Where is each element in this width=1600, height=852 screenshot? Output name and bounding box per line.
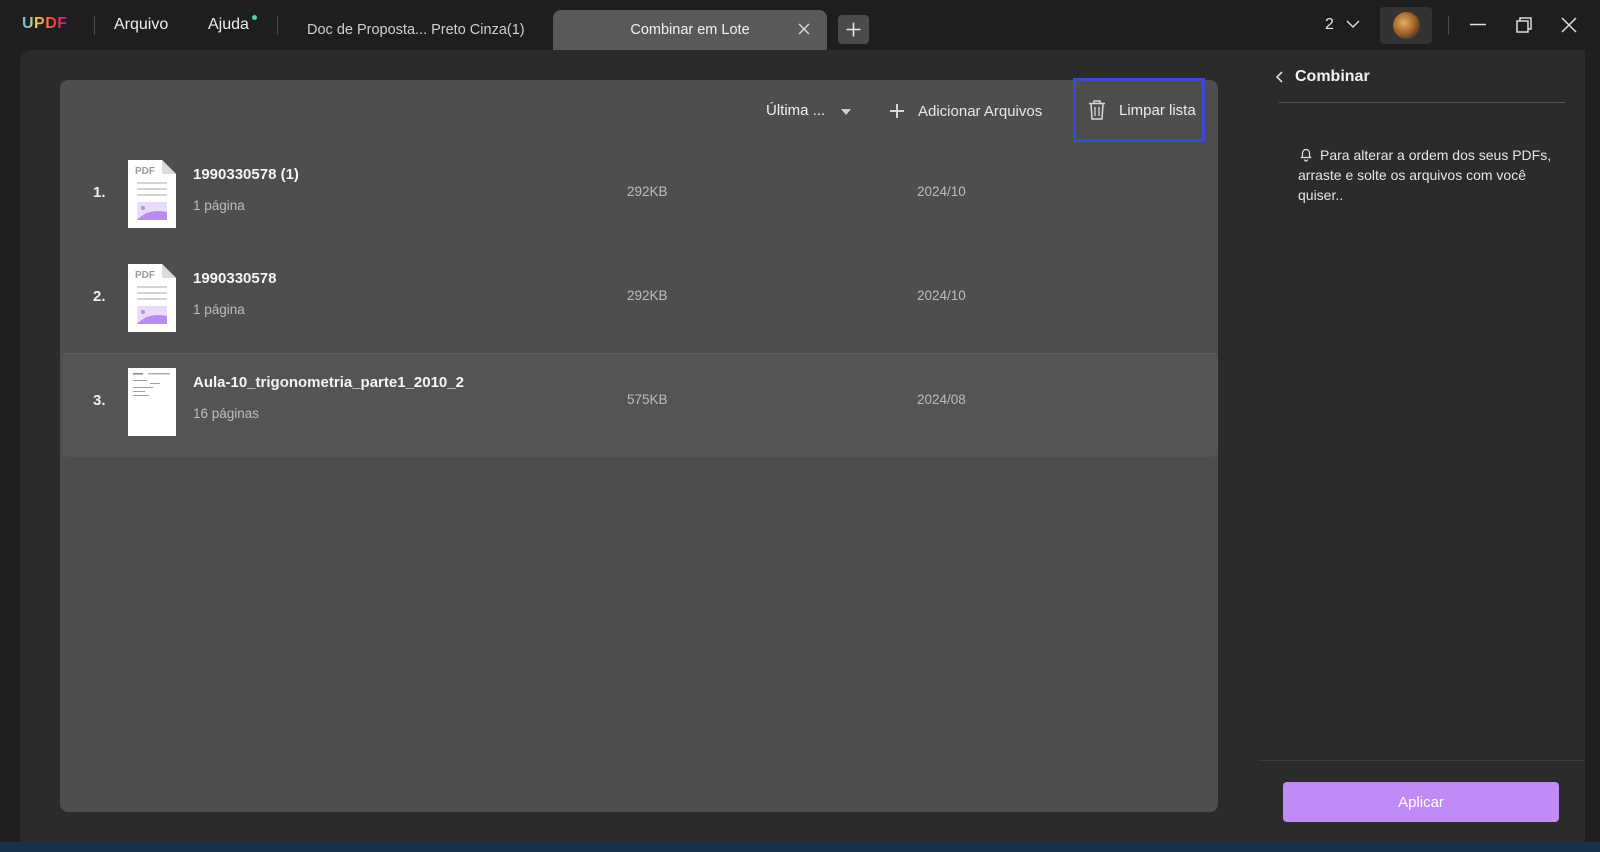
file-row[interactable]: 3. Aula-10_trigonometria_parte1_2010_2 1… bbox=[62, 353, 1218, 457]
window-count: 2 bbox=[1325, 16, 1334, 33]
clear-list-button[interactable]: Limpar lista bbox=[1073, 78, 1205, 142]
pdf-file-icon: PDF bbox=[128, 160, 176, 228]
pdf-thumb-label: PDF bbox=[135, 166, 155, 177]
restore-icon[interactable] bbox=[1514, 15, 1534, 35]
reorder-hint: Para alterar a ordem dos seus PDFs, arra… bbox=[1298, 145, 1563, 205]
clear-list-label: Limpar lista bbox=[1119, 101, 1196, 119]
tab-combine-batch[interactable]: Combinar em Lote bbox=[553, 10, 827, 50]
notification-dot bbox=[252, 15, 257, 20]
sort-label: Última ... bbox=[766, 102, 826, 119]
file-row[interactable]: 1. PDF 1990330578 (1) 1 página 292KB 202… bbox=[62, 146, 1218, 250]
separator bbox=[94, 16, 95, 35]
new-tab-button[interactable] bbox=[838, 15, 869, 44]
file-pages: 1 página bbox=[193, 302, 245, 317]
taskbar-edge bbox=[0, 842, 1600, 852]
file-date: 2024/08 bbox=[917, 392, 966, 407]
pdf-file-icon: PDF bbox=[128, 264, 176, 332]
separator bbox=[277, 16, 278, 35]
close-window-icon[interactable] bbox=[1559, 15, 1579, 35]
plus-icon bbox=[846, 22, 861, 37]
plus-icon bbox=[890, 104, 904, 118]
logo-text: UPDF bbox=[22, 15, 68, 32]
close-tab-icon[interactable] bbox=[795, 20, 813, 38]
minimize-icon[interactable] bbox=[1468, 15, 1488, 35]
caret-down-icon[interactable] bbox=[841, 109, 851, 115]
file-row[interactable]: 2. PDF 1990330578 1 página 292KB 2024/10 bbox=[62, 250, 1218, 354]
window-count-dropdown[interactable]: 2 bbox=[1325, 16, 1360, 34]
divider bbox=[1258, 760, 1585, 761]
file-name: 1990330578 bbox=[193, 270, 277, 287]
pdf-thumb-label: PDF bbox=[135, 270, 155, 281]
trash-icon bbox=[1089, 100, 1105, 120]
file-size: 292KB bbox=[627, 184, 668, 199]
hint-text: Para alterar a ordem dos seus PDFs, arra… bbox=[1298, 147, 1552, 203]
menu-ajuda[interactable]: Ajuda bbox=[208, 16, 249, 34]
chevron-down-icon bbox=[1346, 20, 1360, 29]
file-pages: 1 página bbox=[193, 198, 245, 213]
panel-title: Combinar bbox=[1295, 68, 1370, 85]
bell-icon bbox=[1300, 148, 1312, 162]
tab-label: Doc de Proposta... Preto Cinza(1) bbox=[307, 22, 525, 38]
file-size: 575KB bbox=[627, 392, 668, 407]
add-files-label: Adicionar Arquivos bbox=[918, 102, 1043, 120]
updf-logo: UPDF bbox=[22, 15, 68, 33]
document-thumbnail bbox=[128, 368, 176, 436]
title-bar: UPDF Arquivo Ajuda Doc de Proposta... Pr… bbox=[0, 0, 1600, 50]
file-name: 1990330578 (1) bbox=[193, 166, 299, 183]
user-avatar-button[interactable] bbox=[1380, 7, 1432, 44]
row-number: 1. bbox=[93, 184, 106, 201]
file-size: 292KB bbox=[627, 288, 668, 303]
sort-dropdown[interactable]: Última ... bbox=[766, 102, 825, 119]
file-list-panel: Última ... Adicionar Arquivos Limpar lis… bbox=[60, 78, 1218, 812]
apply-button[interactable]: Aplicar bbox=[1283, 782, 1559, 822]
file-name: Aula-10_trigonometria_parte1_2010_2 bbox=[193, 374, 464, 391]
chevron-left-icon[interactable] bbox=[1273, 70, 1287, 84]
separator bbox=[1448, 16, 1449, 35]
row-number: 3. bbox=[93, 392, 106, 409]
file-date: 2024/10 bbox=[917, 288, 966, 303]
combine-panel: Combinar Para alterar a ordem dos seus P… bbox=[1258, 50, 1585, 842]
row-number: 2. bbox=[93, 288, 106, 305]
divider bbox=[1279, 102, 1565, 103]
tab-label: Combinar em Lote bbox=[630, 22, 750, 38]
menu-arquivo[interactable]: Arquivo bbox=[114, 16, 168, 34]
tab-document[interactable]: Doc de Proposta... Preto Cinza(1) bbox=[282, 10, 542, 50]
file-date: 2024/10 bbox=[917, 184, 966, 199]
add-files-button[interactable]: Adicionar Arquivos bbox=[890, 98, 1042, 124]
file-pages: 16 páginas bbox=[193, 406, 260, 421]
avatar bbox=[1393, 12, 1420, 39]
